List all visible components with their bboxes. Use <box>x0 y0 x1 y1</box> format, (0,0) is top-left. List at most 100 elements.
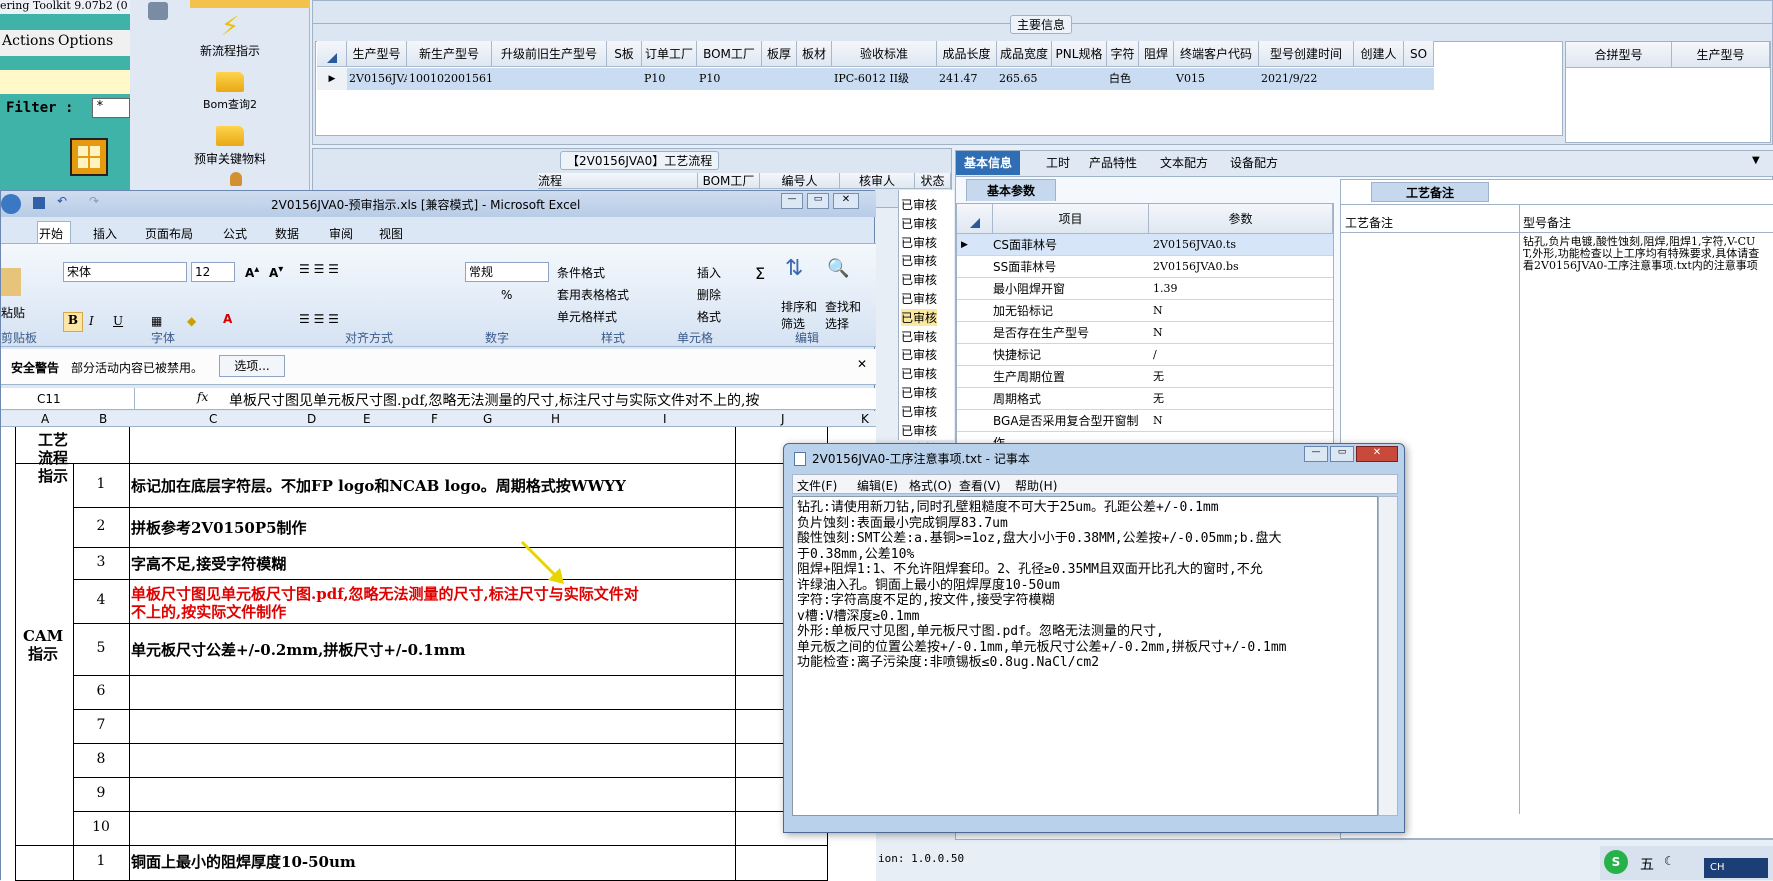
language-indicator[interactable]: CH <box>1704 858 1768 878</box>
notepad-menu-2[interactable]: 格式(O) <box>909 477 952 494</box>
main-header-col-15[interactable]: 型号创建时间 <box>1259 41 1354 67</box>
menu-options[interactable]: Options <box>58 33 113 49</box>
formula-input[interactable]: 单板尺寸图见单元板尺寸图.pdf,忽略无法测量的尺寸,标注尺寸与实际文件对不上的… <box>229 390 829 410</box>
notepad-menu-4[interactable]: 帮助(H) <box>1015 477 1057 494</box>
main-row-cell-10[interactable]: 265.65 <box>997 68 1052 90</box>
save-icon[interactable] <box>33 197 45 209</box>
tab-product-features[interactable]: 产品特性 <box>1081 151 1145 175</box>
tab-equipment-recipe[interactable]: 设备配方 <box>1222 151 1286 175</box>
security-close-icon[interactable]: ✕ <box>857 357 867 371</box>
main-header-col-7[interactable]: 板材 <box>797 41 832 67</box>
tab-text-recipe[interactable]: 文本配方 <box>1152 151 1216 175</box>
main-row-cell-1[interactable]: 10010200156180 <box>407 68 492 90</box>
process-status-6[interactable]: 已审核 <box>901 308 938 326</box>
row-text[interactable]: 标记加在底层字符层。不加FP logo和NCAB logo。周期格式按WWYY <box>131 475 626 496</box>
main-header-col-9[interactable]: 成品长度 <box>937 41 997 67</box>
process-status-4[interactable]: 已审核 <box>901 271 937 288</box>
fill-color-icon[interactable]: ◆ <box>187 314 196 328</box>
row-number[interactable]: 3 <box>73 554 129 570</box>
ribbon-tab-5[interactable]: 审阅 <box>329 225 353 242</box>
undo-icon[interactable]: ↶ <box>57 194 67 208</box>
main-row-cell-9[interactable]: 241.47 <box>937 68 997 90</box>
notepad-menu-0[interactable]: 文件(F) <box>797 477 837 494</box>
row-number[interactable]: 8 <box>73 751 129 767</box>
maximize-button[interactable]: ▭ <box>807 193 829 209</box>
chevron-down-icon[interactable]: ▼ <box>1752 155 1760 166</box>
main-row-cell-16[interactable] <box>1354 68 1404 90</box>
filter-input[interactable]: * <box>92 98 130 118</box>
ime-mode[interactable]: 五 <box>1640 854 1654 874</box>
font-color-icon[interactable]: A <box>223 312 232 326</box>
main-header-col-12[interactable]: 字符 <box>1107 41 1139 67</box>
main-row-cell-11[interactable] <box>1052 68 1107 90</box>
notepad-menu-1[interactable]: 编辑(E) <box>857 477 898 494</box>
tool-new-flow[interactable]: ⚡ 新流程指示 <box>150 12 310 59</box>
main-row-cell-7[interactable] <box>797 68 832 90</box>
process-status-0[interactable]: 已审核 <box>901 196 937 213</box>
column-header-C[interactable]: C <box>209 412 217 426</box>
find-icon[interactable]: 🔍 <box>827 258 849 279</box>
main-row-cell-8[interactable]: IPC-6012 II级 <box>832 68 937 90</box>
conditional-format-button[interactable]: 条件格式 <box>557 264 605 281</box>
ime-s-icon[interactable]: S <box>1604 850 1628 874</box>
tab-process-remark[interactable]: 工艺备注 <box>1371 182 1489 202</box>
param-row[interactable]: 是否存在生产型号 N <box>957 322 1333 344</box>
main-header-col-1[interactable]: 新生产型号 <box>407 41 492 67</box>
sum-icon[interactable]: Σ <box>755 264 765 283</box>
bold-button[interactable]: B <box>63 312 83 332</box>
grow-font-icon[interactable]: A▴ <box>245 264 259 280</box>
cell-style-button[interactable]: 单元格样式 <box>557 308 617 325</box>
main-row-cell-14[interactable]: V015 <box>1174 68 1259 90</box>
row-number[interactable]: 6 <box>73 683 129 699</box>
number-format-select[interactable]: 常规 <box>465 262 549 282</box>
underline-button[interactable]: U <box>113 314 123 328</box>
grid-app-icon[interactable] <box>70 138 108 176</box>
notepad-text-area[interactable]: 钻孔:请使用新刀钻,同时孔壁粗糙度不可大于25um。孔距公差+/-0.1mm 负… <box>792 496 1378 816</box>
security-options-button[interactable]: 选项... <box>219 355 285 377</box>
column-header-B[interactable]: B <box>99 412 107 426</box>
notepad-maximize-button[interactable]: ▭ <box>1330 446 1354 462</box>
row-number[interactable]: 1 <box>73 853 129 869</box>
row-text[interactable]: 拼板参考2V0150P5制作 <box>131 517 307 538</box>
main-header-col-8[interactable]: 验收标准 <box>832 41 937 67</box>
row-number[interactable]: 5 <box>73 640 129 656</box>
section-cell[interactable]: CAM指示 <box>23 627 63 663</box>
row-number[interactable]: 10 <box>73 819 129 835</box>
main-header-col-4[interactable]: 订单工厂 <box>642 41 697 67</box>
column-header-E[interactable]: E <box>363 412 371 426</box>
process-status-1[interactable]: 已审核 <box>901 215 937 232</box>
paste-label[interactable]: 粘贴 <box>1 304 25 321</box>
main-header-col-13[interactable]: 阻焊 <box>1139 41 1174 67</box>
shrink-font-icon[interactable]: A▾ <box>269 264 283 280</box>
main-row-cell-2[interactable] <box>492 68 607 90</box>
row-text-continued[interactable]: 不上的,按实际文件制作 <box>131 601 286 622</box>
process-status-2[interactable]: 已审核 <box>901 234 937 251</box>
process-status-8[interactable]: 已审核 <box>901 346 937 363</box>
redo-icon[interactable]: ↷ <box>89 194 99 208</box>
column-header-H[interactable]: H <box>551 412 560 426</box>
insert-button[interactable]: 插入 <box>697 264 721 281</box>
ribbon-tab-2[interactable]: 页面布局 <box>145 225 193 242</box>
column-header-I[interactable]: I <box>663 412 667 426</box>
param-row[interactable]: 周期格式 无 <box>957 388 1333 410</box>
param-row[interactable]: BGA是否采用复合型开窗制作N <box>957 410 1333 450</box>
font-size-select[interactable]: 12 <box>191 262 235 282</box>
sheet-grid[interactable]: 工艺流程指示 CAM指示 1 标记加在底层字符层。不加FP logo和NCAB log… <box>1 427 876 881</box>
fx-icon[interactable]: fx <box>197 390 208 404</box>
main-header-col-10[interactable]: 成品宽度 <box>997 41 1052 67</box>
param-row[interactable]: 加无铅标记 N <box>957 300 1333 322</box>
process-status-5[interactable]: 已审核 <box>901 290 937 307</box>
main-row-cell-13[interactable] <box>1139 68 1174 90</box>
row-number[interactable]: 9 <box>73 785 129 801</box>
name-box[interactable]: C11 <box>1 388 135 410</box>
find-select-label[interactable]: 查找和选择 <box>825 298 865 332</box>
row-text[interactable]: 单元板尺寸公差+/-0.2mm,拼板尺寸+/-0.1mm <box>131 639 465 660</box>
ribbon-tab-0[interactable]: 开始 <box>39 225 63 242</box>
row-number[interactable]: 7 <box>73 717 129 733</box>
row-text[interactable]: 铜面上最小的阻焊厚度10-50um <box>131 851 356 872</box>
main-row-cell-12[interactable]: 白色 <box>1107 68 1139 90</box>
main-header-col-5[interactable]: BOM工厂 <box>697 41 762 67</box>
tab-basic-info[interactable]: 基本信息 <box>956 151 1021 175</box>
notepad-minimize-button[interactable]: — <box>1304 446 1328 462</box>
main-row-cell-3[interactable] <box>607 68 642 90</box>
